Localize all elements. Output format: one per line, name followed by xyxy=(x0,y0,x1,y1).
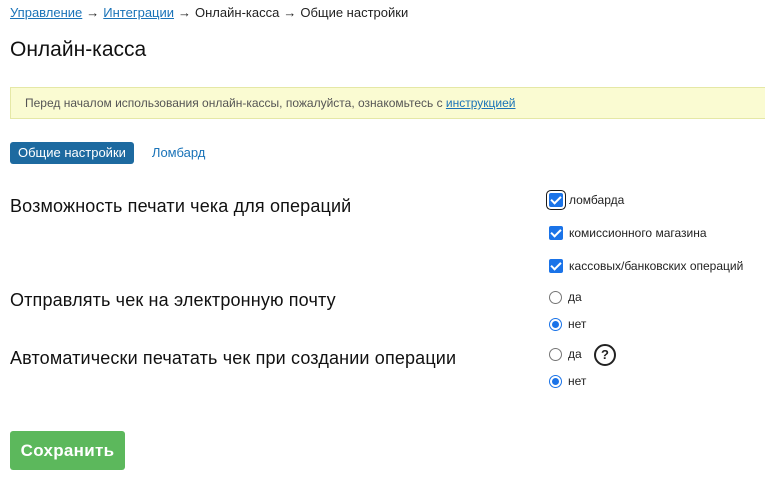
breadcrumb-separator: → xyxy=(178,5,192,20)
breadcrumb: Управление → Интеграции → Онлайн-касса → Общие… xyxy=(10,5,408,21)
auto-print-yes-radio[interactable] xyxy=(549,347,562,361)
page-title: Онлайн-касса xyxy=(10,38,147,61)
option-label: комиссионного магазина xyxy=(569,226,707,240)
instruction-link[interactable]: инструкцией xyxy=(446,96,516,110)
print-receipt-label: Возможность печати чека для операций xyxy=(10,196,352,216)
option-cash-bank-operations[interactable]: кассовых/банковских операций xyxy=(549,258,743,274)
question-circle-icon[interactable]: ? xyxy=(594,344,616,366)
option-commission-shop[interactable]: комиссионного магазина xyxy=(549,225,707,241)
tab-general-settings[interactable]: Общие настройки xyxy=(10,142,134,164)
send-email-yes[interactable]: да xyxy=(549,289,582,305)
breadcrumb-item-online-cash: Онлайн-касса xyxy=(195,5,280,20)
settings-tabs: Общие настройки Ломбард xyxy=(10,142,213,164)
breadcrumb-separator: → xyxy=(86,5,100,20)
option-label: кассовых/банковских операций xyxy=(569,259,744,273)
breadcrumb-link-management[interactable]: Управление xyxy=(10,5,82,20)
send-email-yes-radio[interactable] xyxy=(549,290,562,304)
breadcrumb-link-integrations[interactable]: Интеграции xyxy=(103,5,174,20)
notice-text: Перед началом использования онлайн-кассы… xyxy=(25,96,443,110)
auto-print-label: Автоматически печатать чек при создании … xyxy=(10,348,457,368)
send-email-no[interactable]: нет xyxy=(549,316,586,332)
option-label: да xyxy=(568,347,582,361)
auto-print-no[interactable]: нет xyxy=(549,373,586,389)
instruction-notice: Перед началом использования онлайн-кассы… xyxy=(10,87,765,119)
option-label: нет xyxy=(568,374,587,388)
auto-print-yes[interactable]: да xyxy=(549,346,582,362)
tab-pawnshop[interactable]: Ломбард xyxy=(144,142,213,164)
save-button[interactable]: Сохранить xyxy=(10,431,125,470)
send-email-no-radio[interactable] xyxy=(549,317,562,331)
breadcrumb-item-current: Общие настройки xyxy=(300,5,409,20)
cash-bank-checkbox[interactable] xyxy=(549,259,563,273)
option-label: нет xyxy=(568,317,587,331)
breadcrumb-separator: → xyxy=(283,5,297,20)
pawnshop-checkbox[interactable] xyxy=(549,193,563,207)
send-email-label: Отправлять чек на электронную почту xyxy=(10,290,336,310)
commission-shop-checkbox[interactable] xyxy=(549,226,563,240)
option-pawnshop[interactable]: ломбарда xyxy=(549,192,624,208)
auto-print-no-radio[interactable] xyxy=(549,374,562,388)
option-label: да xyxy=(568,290,582,304)
option-label: ломбарда xyxy=(569,193,625,207)
